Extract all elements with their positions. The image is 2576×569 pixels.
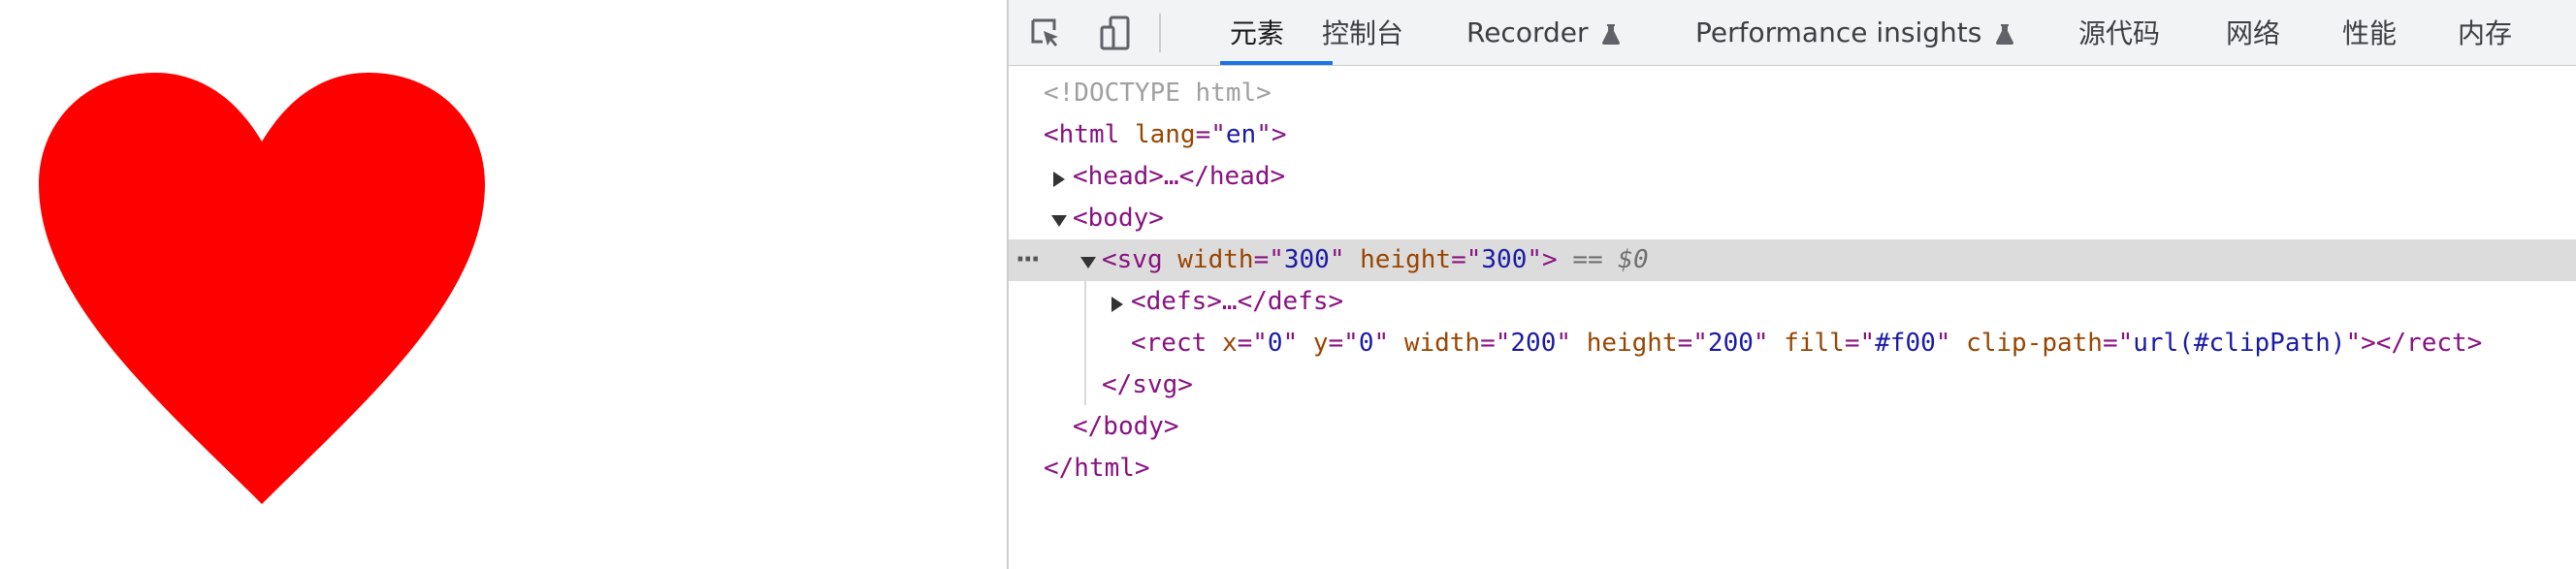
devtools-panel: 元素 控制台 Recorder Performance insights 源代码 bbox=[1009, 0, 2576, 569]
defs-node: <defs>…</defs> bbox=[1131, 287, 1344, 316]
toolbar-separator bbox=[1159, 14, 1161, 52]
tab-label: 控制台 bbox=[1322, 17, 1404, 49]
svg-close-node: </svg> bbox=[1102, 370, 1193, 399]
elements-tree: <!DOCTYPE html> <html lang="en"> <head>…… bbox=[1009, 66, 2576, 569]
tree-row-svg-selected[interactable]: ··· <svg width="300" height="300"> == $0 bbox=[1009, 239, 2576, 281]
tree-row-html-close[interactable]: </html> bbox=[1009, 448, 2576, 490]
tree-indent-guide bbox=[1084, 279, 1086, 405]
tab-label: Recorder bbox=[1466, 16, 1589, 48]
tab-label: 性能 bbox=[2342, 17, 2398, 49]
tree-row-svg-close[interactable]: </svg> bbox=[1009, 364, 2576, 406]
tab-label: 内存 bbox=[2458, 17, 2513, 49]
tab-label: 网络 bbox=[2226, 17, 2281, 49]
collapse-arrow-icon[interactable] bbox=[1080, 257, 1096, 269]
inspect-element-icon[interactable] bbox=[1028, 16, 1063, 50]
body-open-node: <body> bbox=[1073, 204, 1164, 233]
tree-row-body[interactable]: <body> bbox=[1009, 198, 2576, 239]
tab-elements[interactable]: 元素 bbox=[1230, 0, 1284, 64]
tab-sources[interactable]: 源代码 bbox=[2078, 0, 2160, 64]
head-node: <head>…</head> bbox=[1073, 162, 1286, 191]
tab-network[interactable]: 网络 bbox=[2226, 0, 2280, 64]
expand-arrow-icon[interactable] bbox=[1111, 297, 1123, 312]
tree-row-head[interactable]: <head>…</head> bbox=[1009, 156, 2576, 198]
experiment-flask-icon bbox=[1995, 20, 2014, 45]
svg-open-node: <svg width="300" height="300"> == $0 bbox=[1102, 245, 1649, 274]
tab-console[interactable]: 控制台 bbox=[1322, 0, 1403, 64]
collapse-arrow-icon[interactable] bbox=[1051, 215, 1067, 227]
page-viewport bbox=[0, 0, 1007, 569]
tree-row-html[interactable]: <html lang="en"> bbox=[1009, 114, 2576, 156]
tree-row-rect[interactable]: <rect x="0" y="0" width="200" height="20… bbox=[1009, 323, 2576, 364]
device-toolbar-icon[interactable] bbox=[1098, 16, 1133, 50]
experiment-flask-icon bbox=[1601, 20, 1621, 45]
tab-label: 源代码 bbox=[2078, 17, 2161, 49]
tab-recorder[interactable]: Recorder bbox=[1466, 0, 1621, 64]
html-close-node: </html> bbox=[1044, 454, 1150, 483]
tab-performance-insights[interactable]: Performance insights bbox=[1695, 0, 2014, 64]
html-open-node: <html lang="en"> bbox=[1044, 120, 1287, 149]
rect-node: <rect x="0" y="0" width="200" height="20… bbox=[1131, 329, 2483, 358]
screen: 元素 控制台 Recorder Performance insights 源代码 bbox=[0, 0, 2576, 569]
tree-row-defs[interactable]: <defs>…</defs> bbox=[1009, 281, 2576, 323]
doctype-node: <!DOCTYPE html> bbox=[1044, 79, 1272, 108]
tab-performance[interactable]: 性能 bbox=[2342, 0, 2397, 64]
tree-row-doctype[interactable]: <!DOCTYPE html> bbox=[1009, 73, 2576, 114]
tab-label: Performance insights bbox=[1695, 16, 1982, 48]
tab-label: 元素 bbox=[1230, 17, 1285, 49]
devtools-toolbar: 元素 控制台 Recorder Performance insights 源代码 bbox=[1009, 0, 2576, 66]
active-tab-indicator bbox=[1220, 61, 1333, 65]
body-close-node: </body> bbox=[1073, 412, 1179, 441]
heart-path bbox=[39, 73, 485, 504]
expand-arrow-icon[interactable] bbox=[1053, 172, 1065, 187]
tree-row-body-close[interactable]: </body> bbox=[1009, 406, 2576, 448]
heart-shape bbox=[39, 73, 485, 504]
tab-memory[interactable]: 内存 bbox=[2458, 0, 2512, 64]
more-options-icon[interactable]: ··· bbox=[1015, 239, 1041, 281]
